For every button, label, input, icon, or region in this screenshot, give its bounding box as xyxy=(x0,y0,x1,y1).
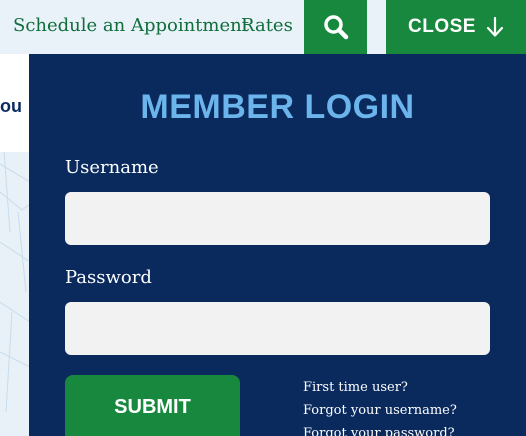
forgot-username-link[interactable]: Forgot your username? xyxy=(303,399,457,422)
arrow-down-icon xyxy=(486,16,504,37)
page: Schedule an Appointment Rates CLOSE ou M… xyxy=(0,0,526,436)
login-title: MEMBER LOGIN xyxy=(140,88,415,126)
map-lines xyxy=(0,151,31,413)
submit-button[interactable]: SUBMIT xyxy=(65,375,240,436)
password-label: Password xyxy=(65,267,152,288)
member-login-panel: MEMBER LOGIN Username Password SUBMIT Fi… xyxy=(29,54,526,436)
search-icon xyxy=(323,15,348,40)
background-map-image xyxy=(0,151,31,436)
close-button-label: CLOSE xyxy=(408,16,476,37)
password-input[interactable] xyxy=(65,302,490,355)
username-input[interactable] xyxy=(65,192,490,245)
forgot-password-link[interactable]: Forgot your password? xyxy=(303,422,457,436)
nav-link-schedule-appointment[interactable]: Schedule an Appointment xyxy=(13,15,249,36)
username-label: Username xyxy=(65,157,159,178)
nav-link-rates[interactable]: Rates xyxy=(241,15,293,36)
top-navigation: Schedule an Appointment Rates CLOSE xyxy=(0,0,526,54)
login-help-links: First time user? Forgot your username? F… xyxy=(303,376,457,436)
close-button[interactable]: CLOSE xyxy=(386,0,526,54)
background-heading-fragment: ou xyxy=(0,96,22,116)
first-time-user-link[interactable]: First time user? xyxy=(303,376,457,399)
search-button[interactable] xyxy=(304,0,367,54)
